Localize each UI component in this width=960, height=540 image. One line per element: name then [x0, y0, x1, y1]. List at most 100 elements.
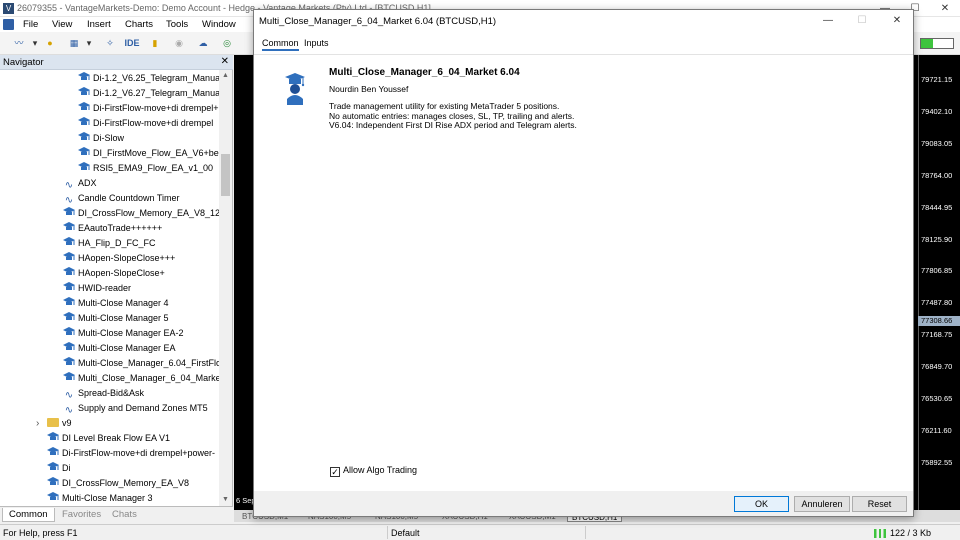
navigator-item[interactable]: ∿ ADX	[0, 176, 220, 191]
ok-button[interactable]: OK	[734, 496, 789, 512]
navigator-item[interactable]: Di-Slow	[0, 131, 220, 146]
navigator-item-label: DI_CrossFlow_Memory_EA_V8_12_Sp	[78, 208, 220, 218]
navigator-item-label: ADX	[78, 178, 97, 188]
market-icon[interactable]: ▮	[148, 36, 162, 51]
navigator-item[interactable]: Multi-Close Manager 3	[0, 491, 220, 506]
cancel-button[interactable]: Annuleren	[794, 496, 850, 512]
status-bar: For Help, press F1 Default 122 / 3 Kb	[0, 524, 960, 540]
navigator-item[interactable]: Multi-Close Manager EA-2	[0, 326, 220, 341]
strategy-icon[interactable]: ✧	[103, 36, 117, 51]
current-price-label: 77308.66	[918, 316, 960, 326]
tab-dialog-inputs[interactable]: Inputs	[304, 38, 329, 48]
navigator-item[interactable]: Di-1.2_V6.25_Telegram_ManualTa	[0, 71, 220, 86]
tab-dialog-common[interactable]: Common	[262, 38, 299, 51]
navigator-item[interactable]: Di-FirstFlow-move+di drempel	[0, 116, 220, 131]
price-tick-label: 75892.55	[921, 457, 953, 467]
navigator-scrollbar[interactable]: ▲ ▼	[219, 70, 232, 506]
navigator-item-label: DI_CrossFlow_Memory_EA_V8	[62, 478, 190, 488]
navigator-item[interactable]: HAopen-SlopeClose+++	[0, 251, 220, 266]
chevron-down-icon[interactable]: ▾	[30, 36, 40, 51]
navigator-title: Navigator	[3, 57, 44, 68]
navigator-item[interactable]: HWID-reader	[0, 281, 220, 296]
navigator-item[interactable]: DI Level Break Flow EA V1	[0, 431, 220, 446]
navigator-item-label: Di-1.2_V6.25_Telegram_ManualTa	[93, 73, 220, 83]
dialog-close-button[interactable]: ✕	[884, 12, 910, 30]
expand-chevron-icon[interactable]: ›	[36, 416, 39, 431]
expert-advisor-icon	[63, 297, 75, 305]
navigator-item[interactable]: DI_CrossFlow_Memory_EA_V8_12_Sp	[0, 206, 220, 221]
ea-name: Multi_Close_Manager_6_04_Market 6.04	[329, 67, 520, 78]
tab-favorites[interactable]: Favorites	[56, 508, 107, 522]
scroll-down-icon[interactable]: ▼	[219, 494, 232, 506]
expert-advisor-icon	[63, 342, 75, 350]
navigator-item-label: Di-Slow	[93, 133, 125, 143]
dialog-footer: OK Annuleren Reset	[254, 491, 913, 516]
status-divider-2	[585, 526, 586, 539]
dialog-title: Multi_Close_Manager_6_04_Market 6.04 (BT…	[259, 16, 497, 27]
profile-name: Default	[391, 528, 420, 538]
scroll-up-icon[interactable]: ▲	[219, 70, 232, 82]
navigator-item[interactable]: ∿ Spread-Bid&Ask	[0, 386, 220, 401]
expert-advisor-icon	[78, 162, 90, 170]
navigator-item-label: Di-FirstFlow-move+di drempel+power-	[62, 448, 216, 458]
navigator-item[interactable]: Multi-Close Manager EA	[0, 341, 220, 356]
navigator-item[interactable]: DI_FirstMove_Flow_EA_V6+be-sl	[0, 146, 220, 161]
objects-icon[interactable]: ●	[44, 36, 56, 51]
menu-charts[interactable]: Charts	[125, 19, 153, 30]
traffic-readout: 122 / 3 Kb	[890, 528, 932, 538]
menu-file[interactable]: File	[23, 19, 38, 30]
navigator-item[interactable]: ∿ Candle Countdown Timer	[0, 191, 220, 206]
expert-advisor-icon	[63, 282, 75, 290]
menu-tools[interactable]: Tools	[166, 19, 188, 30]
price-tick-label: 78444.95	[921, 202, 953, 212]
chart-type-icon[interactable]: 〰	[8, 36, 30, 51]
navigator-item[interactable]: Multi-Close Manager 4	[0, 296, 220, 311]
expert-advisor-icon	[47, 492, 59, 500]
navigator-item[interactable]: RSI5_EMA9_Flow_EA_v1_00	[0, 161, 220, 176]
close-window-button[interactable]: ✕	[930, 0, 960, 17]
indicator-icon: ∿	[64, 390, 74, 401]
allow-algo-trading-checkbox[interactable]: ✓ Allow Algo Trading	[330, 465, 417, 477]
dialog-minimize-button[interactable]: —	[815, 12, 841, 30]
checkbox-checked-icon[interactable]: ✓	[330, 467, 340, 477]
chevron-down-icon-2[interactable]: ▾	[84, 36, 94, 51]
navigator-item[interactable]: EAautoTrade++++++	[0, 221, 220, 236]
indicators-icon[interactable]: ▦	[66, 36, 82, 51]
allow-algo-trading-label: Allow Algo Trading	[343, 465, 418, 475]
navigator-item[interactable]: Di-FirstFlow-move+di drempel+power-	[0, 446, 220, 461]
tab-chats[interactable]: Chats	[106, 508, 143, 522]
price-tick-label: 77168.75	[921, 330, 953, 340]
document-icon[interactable]	[3, 19, 14, 30]
navigator-item[interactable]: Multi_Close_Manager_6_04_Market	[0, 371, 220, 386]
menu-window[interactable]: Window	[202, 19, 236, 30]
navigator-item[interactable]: ∿ Supply and Demand Zones MT5	[0, 401, 220, 416]
connection-status-icon	[920, 38, 954, 49]
navigator-item-label: DI Level Break Flow EA V1	[62, 433, 171, 443]
navigator-item[interactable]: Di-1.2_V6.27_Telegram_ManualTa	[0, 86, 220, 101]
price-tick-label: 79402.10	[921, 106, 953, 116]
menu-insert[interactable]: Insert	[87, 19, 111, 30]
navigator-item[interactable]: Multi-Close_Manager_6.04_FirstFlow	[0, 356, 220, 371]
navigator-item[interactable]: Di	[0, 461, 220, 476]
navigator-item[interactable]: Di-FirstFlow-move+di drempel+	[0, 101, 220, 116]
navigator-item[interactable]: HAopen-SlopeClose+	[0, 266, 220, 281]
close-icon[interactable]: ✕	[221, 56, 229, 67]
expert-advisor-icon	[47, 447, 59, 455]
menu-view[interactable]: View	[52, 19, 72, 30]
vps-icon[interactable]: ◎	[220, 36, 234, 51]
signal-icon[interactable]: ◉	[172, 36, 186, 51]
navigator-item[interactable]: › v9	[0, 416, 220, 431]
status-divider	[387, 526, 388, 539]
navigator-item[interactable]: DI_CrossFlow_Memory_EA_V8	[0, 476, 220, 491]
ide-button[interactable]: IDE	[122, 36, 142, 51]
cloud-icon[interactable]: ☁	[196, 36, 210, 51]
navigator-item[interactable]: HA_Flip_D_FC_FC	[0, 236, 220, 251]
navigator-item[interactable]: Multi-Close Manager 5	[0, 311, 220, 326]
navigator-header: Navigator ✕	[0, 55, 233, 70]
tab-common[interactable]: Common	[2, 508, 55, 522]
expert-advisor-icon	[63, 207, 75, 215]
reset-button[interactable]: Reset	[852, 496, 907, 512]
scrollbar-thumb[interactable]	[221, 154, 230, 196]
expert-advisor-icon	[63, 237, 75, 245]
navigator-item-label: Multi-Close Manager 5	[78, 313, 169, 323]
